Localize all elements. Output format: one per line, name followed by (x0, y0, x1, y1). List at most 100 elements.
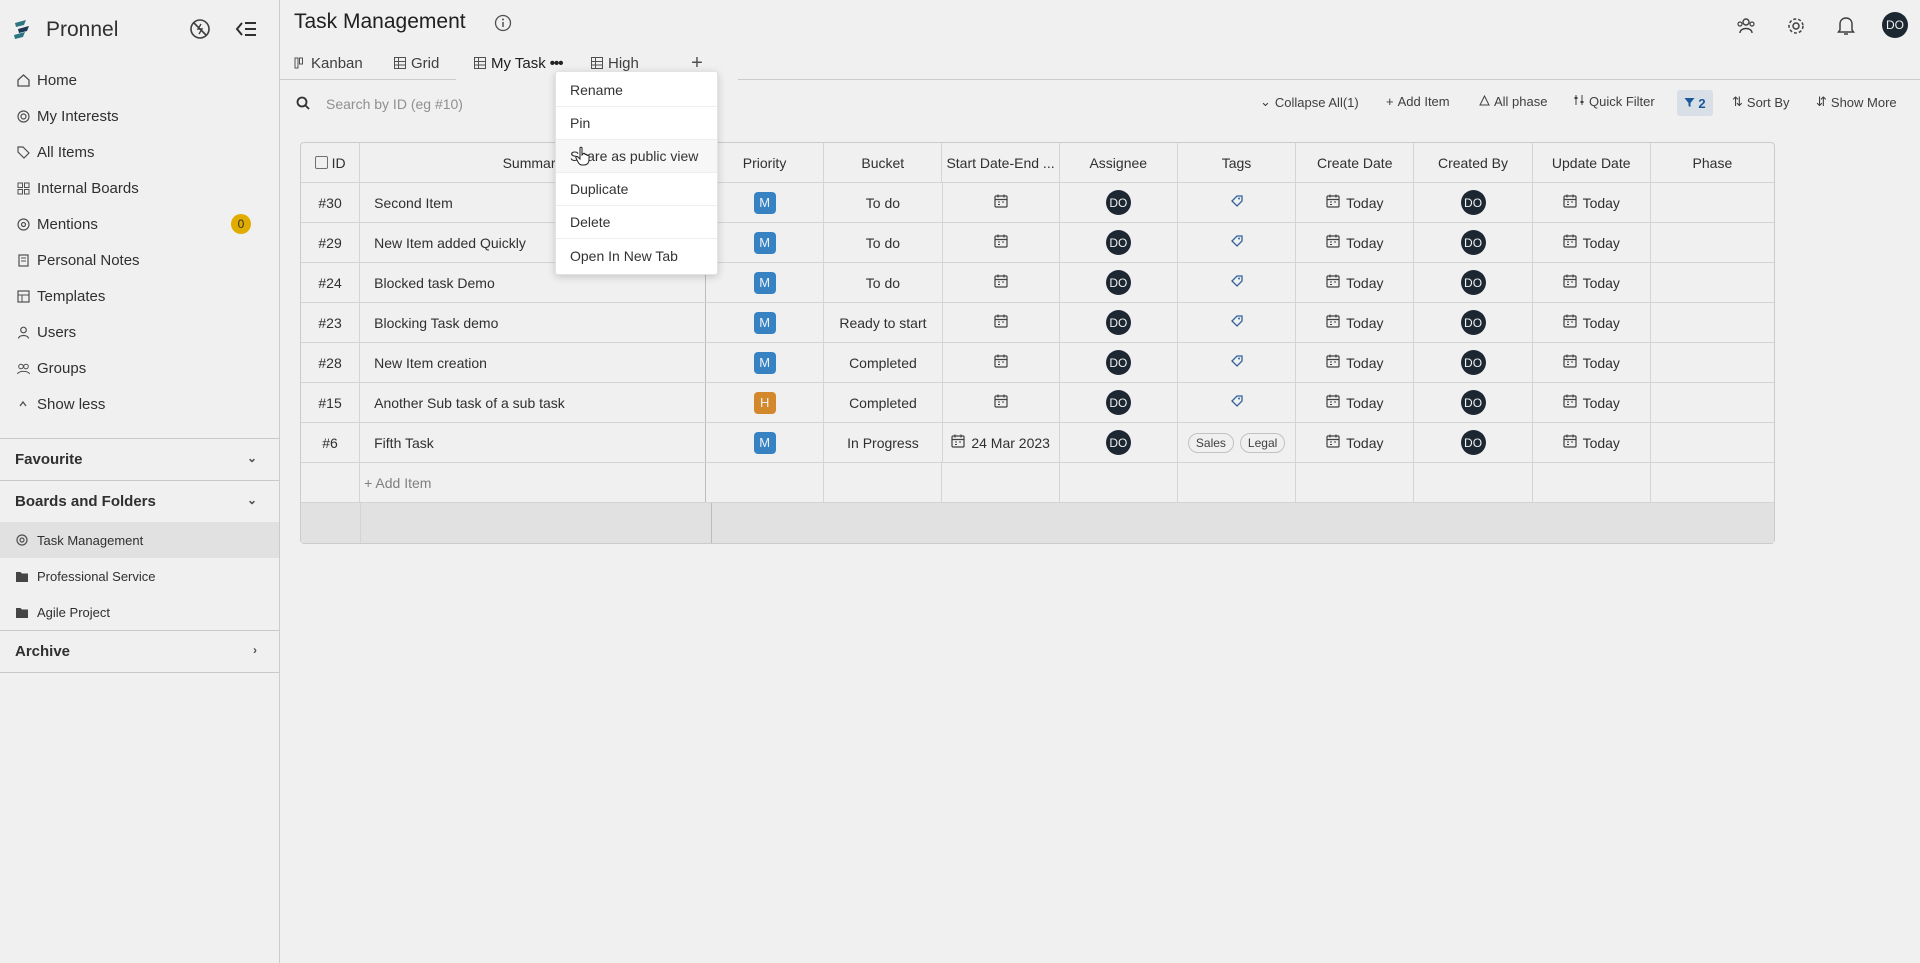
menu-item-duplicate[interactable]: Duplicate (556, 173, 717, 206)
priority-cell[interactable]: M (706, 303, 825, 342)
assignee-cell[interactable]: DO (1060, 223, 1178, 262)
add-item-button[interactable]: + Add Item (1386, 94, 1450, 109)
priority-badge[interactable]: M (753, 231, 776, 254)
add-item-link[interactable]: + Add Item (360, 463, 706, 502)
summary-cell[interactable]: Fifth Task (360, 423, 707, 462)
priority-cell[interactable]: M (706, 423, 825, 462)
boards-and-folders-section[interactable]: Boards and Folders ⌄ (0, 480, 279, 522)
assignee-cell[interactable]: DO (1060, 183, 1178, 222)
phase-cell[interactable] (1651, 343, 1774, 382)
folder-item-professional-service[interactable]: Professional Service (0, 558, 279, 594)
bucket-cell[interactable]: To do (824, 223, 943, 262)
sidebar-item-personal-notes[interactable]: Personal Notes (0, 242, 279, 278)
all-phase-button[interactable]: All phase (1479, 94, 1547, 109)
column-header-priority[interactable]: Priority (706, 143, 825, 182)
sidebar-item-home[interactable]: Home (0, 62, 279, 98)
table-row[interactable]: #6 Fifth Task M In Progress 24 Mar 2023 DO Sal… (301, 423, 1774, 463)
active-filter-chip[interactable]: 2 (1677, 90, 1713, 116)
folder-item-task-management[interactable]: Task Management (0, 522, 279, 558)
bucket-cell[interactable]: Completed (824, 383, 943, 422)
priority-badge[interactable]: M (753, 351, 776, 374)
assignee-avatar[interactable]: DO (1105, 270, 1131, 295)
focus-mode-icon[interactable] (186, 15, 214, 43)
priority-badge[interactable]: M (753, 191, 776, 214)
phase-cell[interactable] (1651, 263, 1774, 302)
menu-item-rename[interactable]: Rename (556, 74, 717, 107)
bucket-cell[interactable]: In Progress (824, 423, 943, 462)
item-id-cell[interactable]: #15 (301, 383, 361, 422)
start-end-date-cell[interactable] (943, 383, 1060, 422)
assignee-cell[interactable]: DO (1060, 303, 1178, 342)
sidebar-item-templates[interactable]: Templates (0, 278, 279, 314)
bucket-cell[interactable]: Ready to start (824, 303, 943, 342)
assignee-avatar[interactable]: DO (1105, 350, 1131, 375)
priority-cell[interactable]: H (706, 383, 825, 422)
tags-cell[interactable] (1178, 183, 1297, 222)
priority-cell[interactable]: M (706, 183, 825, 222)
archive-section[interactable]: Archive › (0, 630, 279, 672)
tags-cell[interactable] (1178, 263, 1297, 302)
bucket-cell[interactable]: To do (824, 263, 943, 302)
user-avatar[interactable]: DO (1882, 12, 1908, 38)
priority-cell[interactable]: M (706, 343, 825, 382)
table-row[interactable]: #29 New Item added Quickly M To do DO Today DO… (301, 223, 1774, 263)
assignee-cell[interactable]: DO (1060, 343, 1178, 382)
team-icon[interactable] (1732, 12, 1760, 40)
item-id-cell[interactable]: #29 (301, 223, 361, 262)
start-end-date-cell[interactable] (943, 183, 1060, 222)
select-all-checkbox[interactable] (314, 156, 328, 169)
collapse-all-button[interactable]: ⌄ Collapse All(1) (1260, 94, 1359, 110)
bell-icon[interactable] (1832, 12, 1860, 40)
assignee-avatar[interactable]: DO (1105, 230, 1131, 255)
sidebar-item-mentions[interactable]: Mentions 0 (0, 206, 279, 242)
phase-cell[interactable] (1651, 383, 1774, 422)
table-row[interactable]: #15 Another Sub task of a sub task H Comple… (301, 383, 1774, 423)
assignee-avatar[interactable]: DO (1105, 310, 1131, 335)
assignee-avatar[interactable]: DO (1105, 390, 1131, 415)
priority-badge[interactable]: M (753, 311, 776, 334)
sidebar-item-my-interests[interactable]: My Interests (0, 98, 279, 134)
table-row[interactable]: #28 New Item creation M Completed DO Today DO T… (301, 343, 1774, 383)
sidebar-item-groups[interactable]: Groups (0, 350, 279, 386)
info-icon[interactable] (494, 14, 512, 35)
tags-cell[interactable]: Sales Legal (1178, 423, 1297, 462)
brand[interactable]: Pronnel (12, 14, 118, 46)
folder-item-agile-project[interactable]: Agile Project (0, 594, 279, 630)
column-header-created-by[interactable]: Created By (1414, 143, 1533, 182)
priority-badge[interactable]: H (753, 391, 776, 414)
column-header-tags[interactable]: Tags (1178, 143, 1297, 182)
column-header-start-end-date[interactable]: Start Date-End ... (942, 143, 1060, 182)
sort-by-button[interactable]: ⇅ Sort By (1732, 94, 1790, 110)
summary-cell[interactable]: New Item creation (360, 343, 707, 382)
sidebar-item-all-items[interactable]: All Items (0, 134, 279, 170)
phase-cell[interactable] (1651, 423, 1774, 462)
table-row[interactable]: #23 Blocking Task demo M Ready to start DO To… (301, 303, 1774, 343)
item-id-cell[interactable]: #23 (301, 303, 361, 342)
gear-icon[interactable] (1782, 12, 1810, 40)
collapse-sidebar-icon[interactable] (232, 15, 260, 43)
sidebar-item-show-less[interactable]: Show less (0, 386, 279, 422)
tags-cell[interactable] (1178, 223, 1297, 262)
summary-cell[interactable]: Another Sub task of a sub task (360, 383, 707, 422)
assignee-cell[interactable]: DO (1060, 263, 1178, 302)
assignee-cell[interactable]: DO (1060, 423, 1178, 462)
assignee-avatar[interactable]: DO (1105, 430, 1131, 455)
item-id-cell[interactable]: #24 (301, 263, 361, 302)
bucket-cell[interactable]: To do (824, 183, 943, 222)
phase-cell[interactable] (1651, 223, 1774, 262)
start-end-date-cell[interactable] (943, 343, 1060, 382)
item-id-cell[interactable]: #6 (301, 423, 361, 462)
priority-badge[interactable]: M (753, 431, 776, 454)
sidebar-item-users[interactable]: Users (0, 314, 279, 350)
column-header-assignee[interactable]: Assignee (1060, 143, 1178, 182)
menu-item-delete[interactable]: Delete (556, 206, 717, 239)
tab-my-task[interactable]: My Task ••• (474, 50, 563, 76)
tag-pill[interactable]: Sales (1187, 432, 1234, 453)
search-input[interactable] (326, 92, 476, 116)
phase-cell[interactable] (1651, 183, 1774, 222)
quick-filter-button[interactable]: Quick Filter (1573, 94, 1655, 109)
start-end-date-cell[interactable] (943, 303, 1060, 342)
priority-cell[interactable]: M (706, 263, 825, 302)
assignee-cell[interactable]: DO (1060, 383, 1178, 422)
tab-kanban[interactable]: Kanban (294, 50, 363, 76)
